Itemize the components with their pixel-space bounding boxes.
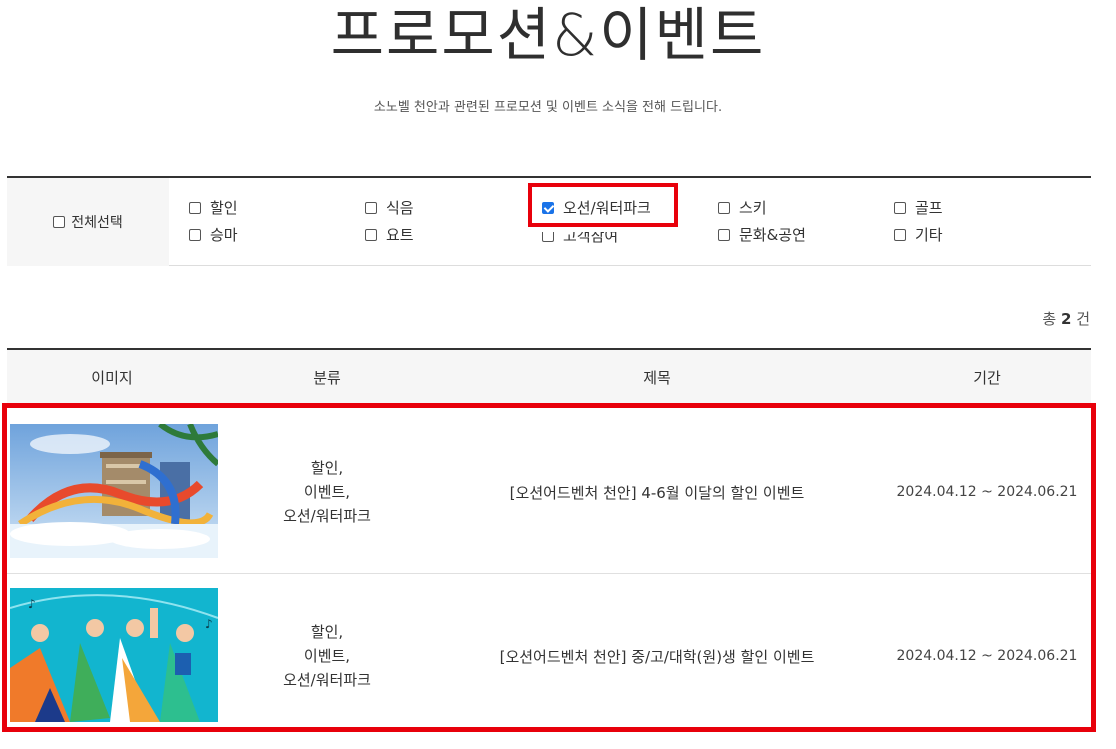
checkbox-icon[interactable] xyxy=(189,202,201,214)
filter-ski[interactable]: 스키 xyxy=(718,198,767,218)
filter-label: 식음 xyxy=(386,199,414,217)
checkbox-icon[interactable] xyxy=(894,202,906,214)
row-category: 할인, 이벤트, 오션/워터파크 xyxy=(227,574,427,738)
result-count-number: 2 xyxy=(1060,310,1072,328)
filter-horse-riding[interactable]: 승마 xyxy=(189,225,238,245)
filter-label: 기타 xyxy=(915,226,943,244)
row-period: 2024.04.12 ~ 2024.06.21 xyxy=(896,484,1078,500)
category-tag: 할인, xyxy=(310,623,344,641)
filter-etc[interactable]: 기타 xyxy=(894,225,943,245)
filter-label: 오션/워터파크 xyxy=(563,199,651,217)
filter-label: 승마 xyxy=(210,226,238,244)
category-tag: 이벤트, xyxy=(303,647,351,665)
svg-text:♪: ♪ xyxy=(28,597,36,611)
waterpark-image-icon xyxy=(10,424,218,558)
table-row[interactable]: 할인, 이벤트, 오션/워터파크 [오션어드벤처 천안] 4-6월 이달의 할인… xyxy=(7,410,1091,574)
table-header: 이미지 분류 제목 기간 xyxy=(7,348,1091,407)
waterpark-thumbnail[interactable] xyxy=(10,424,218,558)
row-title-link[interactable]: [오션어드벤처 천안] 중/고/대학(원)생 할인 이벤트 xyxy=(427,574,887,738)
row-period: 2024.04.12 ~ 2024.06.21 xyxy=(896,648,1078,664)
filter-label: 할인 xyxy=(210,199,238,217)
checkbox-checked-icon[interactable] xyxy=(542,202,554,214)
result-count-prefix: 총 xyxy=(1042,310,1057,328)
column-header-title: 제목 xyxy=(643,369,671,387)
checkbox-icon[interactable] xyxy=(894,229,906,241)
column-header-image: 이미지 xyxy=(91,369,133,387)
column-header-category: 분류 xyxy=(313,369,341,387)
filter-label: 문화&공연 xyxy=(739,226,806,244)
page-title: 프로모션&이벤트 xyxy=(330,1,766,69)
filter-label: 스키 xyxy=(739,199,767,217)
svg-text:♪: ♪ xyxy=(205,617,213,631)
filter-culture[interactable]: 문화&공연 xyxy=(718,225,806,245)
filter-yacht[interactable]: 요트 xyxy=(365,225,414,245)
category-tag: 이벤트, xyxy=(303,483,351,501)
row-title-link[interactable]: [오션어드벤처 천안] 4-6월 이달의 할인 이벤트 xyxy=(427,410,887,574)
students-illustration-icon: ♪ ♪ xyxy=(10,588,218,722)
filter-food[interactable]: 식음 xyxy=(365,198,414,218)
filter-label: 골프 xyxy=(915,199,943,217)
filter-label: 요트 xyxy=(386,226,414,244)
select-all-label: 전체선택 xyxy=(71,215,123,231)
result-count-suffix: 건 xyxy=(1076,310,1090,328)
checkbox-icon[interactable] xyxy=(53,216,66,228)
filter-golf[interactable]: 골프 xyxy=(894,198,943,218)
result-count: 총 2 건 xyxy=(1042,308,1090,329)
filter-waterpark[interactable]: 오션/워터파크 xyxy=(542,198,651,218)
column-header-period: 기간 xyxy=(973,369,1001,387)
category-tag: 할인, xyxy=(310,459,344,477)
page-subtitle: 소노벨 천안과 관련된 프로모션 및 이벤트 소식을 전해 드립니다. xyxy=(373,100,723,115)
students-event-thumbnail[interactable]: ♪ ♪ xyxy=(10,588,218,722)
checkbox-icon[interactable] xyxy=(365,202,377,214)
filter-discount[interactable]: 할인 xyxy=(189,198,238,218)
category-tag: 오션/워터파크 xyxy=(283,507,371,525)
select-all-checkbox[interactable]: 전체선택 xyxy=(7,178,169,266)
table-row[interactable]: ♪ ♪ 할인, 이벤트, 오션/워터파크 [오션어드벤처 천안] 중/고/대학(… xyxy=(7,574,1091,738)
category-tag: 오션/워터파크 xyxy=(283,671,371,689)
checkbox-icon[interactable] xyxy=(718,202,730,214)
checkbox-icon[interactable] xyxy=(189,229,201,241)
checkbox-icon[interactable] xyxy=(718,229,730,241)
checkbox-icon[interactable] xyxy=(365,229,377,241)
row-category: 할인, 이벤트, 오션/워터파크 xyxy=(227,410,427,574)
